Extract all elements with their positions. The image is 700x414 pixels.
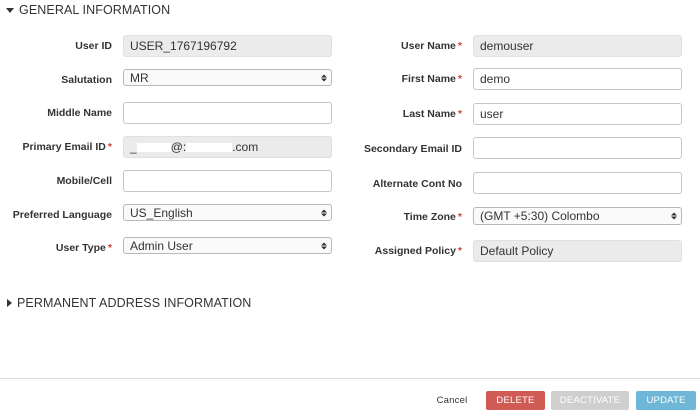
required-marker: * xyxy=(457,211,462,223)
time-zone-value: (GMT +5:30) Colombo xyxy=(480,209,600,223)
first-name-input[interactable]: demo xyxy=(473,68,682,90)
salutation-select[interactable]: MR xyxy=(123,69,332,86)
alternate-contact-input[interactable] xyxy=(473,172,682,194)
user-id-value: USER_1767196792 xyxy=(130,39,237,53)
secondary-email-input[interactable] xyxy=(473,137,682,159)
time-zone-label: Time Zone * xyxy=(403,211,462,223)
first-name-value: demo xyxy=(480,72,511,86)
deactivate-button[interactable]: DEACTIVATE xyxy=(551,391,629,410)
general-information-toggle[interactable]: GENERAL INFORMATION xyxy=(6,3,170,17)
preferred-language-select[interactable]: US_English xyxy=(123,204,332,221)
salutation-label: Salutation xyxy=(61,74,112,86)
preferred-language-value: US_English xyxy=(130,205,193,220)
user-name-label: User Name * xyxy=(401,40,462,52)
user-id-label: User ID xyxy=(75,40,112,52)
user-type-label: User Type * xyxy=(55,242,112,254)
assigned-policy-field: Default Policy xyxy=(473,240,682,262)
delete-button[interactable]: DELETE xyxy=(486,391,545,410)
required-marker: * xyxy=(457,73,462,85)
updown-arrows-icon xyxy=(321,74,327,81)
triangle-right-icon xyxy=(7,299,12,307)
required-marker: * xyxy=(457,40,462,52)
preferred-language-label: Preferred Language xyxy=(12,209,112,221)
salutation-value: MR xyxy=(130,70,149,85)
mobile-input[interactable] xyxy=(123,170,332,192)
update-button[interactable]: UPDATE xyxy=(636,391,696,410)
required-marker: * xyxy=(457,108,462,120)
alternate-contact-label: Alternate Cont No xyxy=(372,178,462,190)
triangle-down-icon xyxy=(6,7,14,13)
updown-arrows-icon xyxy=(321,242,327,249)
assigned-policy-label: Assigned Policy * xyxy=(374,245,462,257)
secondary-email-label: Secondary Email ID xyxy=(363,143,462,155)
updown-arrows-icon xyxy=(321,209,327,216)
required-marker: * xyxy=(457,245,462,257)
last-name-label: Last Name * xyxy=(402,108,462,120)
cancel-button[interactable]: Cancel xyxy=(428,391,476,410)
user-name-field: demouser xyxy=(473,35,682,57)
user-type-value: Admin User xyxy=(130,238,193,253)
user-name-value: demouser xyxy=(480,39,534,53)
primary-email-field: _ @: .com xyxy=(123,136,332,158)
middle-name-input[interactable] xyxy=(123,102,332,124)
redaction-mask xyxy=(136,142,171,152)
assigned-policy-value: Default Policy xyxy=(480,244,554,258)
general-information-title: GENERAL INFORMATION xyxy=(19,3,171,17)
primary-email-label: Primary Email ID * xyxy=(22,141,112,153)
last-name-value: user xyxy=(480,107,504,121)
middle-name-label: Middle Name xyxy=(47,107,112,119)
first-name-label: First Name * xyxy=(401,73,462,85)
updown-arrows-icon xyxy=(671,212,677,220)
permanent-address-title: PERMANENT ADDRESS INFORMATION xyxy=(17,296,252,310)
last-name-input[interactable]: user xyxy=(473,103,682,125)
required-marker: * xyxy=(107,242,112,254)
redaction-mask xyxy=(186,142,233,152)
time-zone-select[interactable]: (GMT +5:30) Colombo xyxy=(473,207,682,225)
user-type-select[interactable]: Admin User xyxy=(123,237,332,254)
permanent-address-toggle[interactable]: PERMANENT ADDRESS INFORMATION xyxy=(6,296,251,310)
required-marker: * xyxy=(107,141,112,153)
mobile-label: Mobile/Cell xyxy=(56,175,112,187)
user-id-field: USER_1767196792 xyxy=(123,35,332,57)
